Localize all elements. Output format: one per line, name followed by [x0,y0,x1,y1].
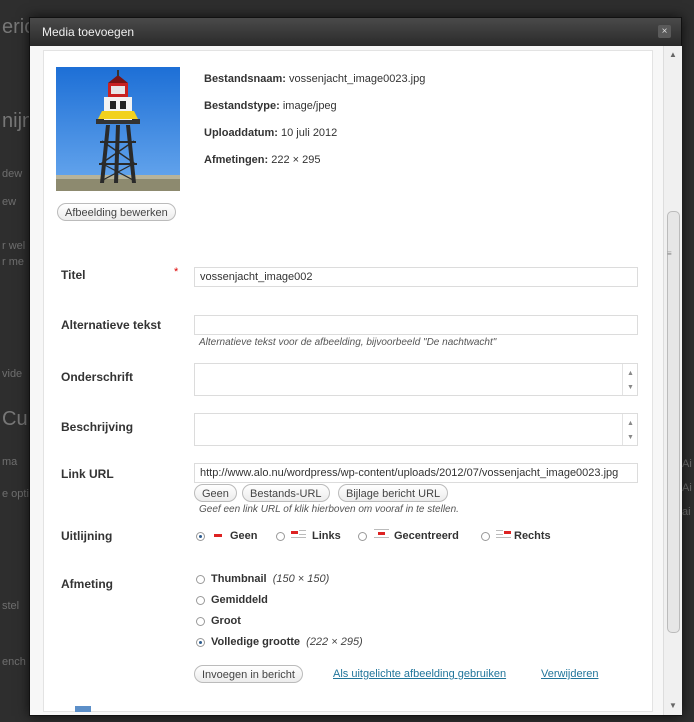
file-type-row: Bestandstype: image/jpeg [204,100,337,112]
link-file-url-button[interactable]: Bestands-URL [242,484,330,502]
link-url-label: Link URL [61,467,114,481]
align-center-radio[interactable] [358,532,367,541]
bg-text: vide [2,368,23,380]
dialog-content: Bestandsnaam: vossenjacht_image0023.jpg … [30,46,663,715]
dimensions-value: 222 × 295 [271,154,321,166]
file-name-label: Bestandsnaam: [204,73,286,85]
upload-date-row: Uploaddatum: 10 juli 2012 [204,127,337,139]
scroll-up-icon[interactable]: ▲ [627,420,634,427]
scroll-up-icon[interactable]: ▲ [627,370,634,377]
bg-text: e opti [2,488,29,500]
size-thumbnail-detail: (150 × 150) [272,573,330,585]
title-label: Titel [61,268,86,282]
bg-text: ew [2,196,17,208]
bg-text: ai [682,506,691,518]
scroll-up-icon[interactable]: ▲ [668,50,678,60]
align-left-icon [291,529,306,539]
align-right-icon [496,529,511,539]
image-thumbnail [56,67,180,191]
scroll-down-icon[interactable]: ▼ [627,434,634,441]
dimensions-label: Afmetingen: [204,154,269,166]
align-none-icon [211,531,225,541]
size-full-label: Volledige grootte (222 × 295) [211,636,363,648]
description-label: Beschrijving [61,420,134,434]
size-large-label: Groot [211,615,241,627]
media-dialog: Media toevoegen × Bestandsnaam: vossenja… [29,17,682,716]
upload-date-label: Uploaddatum: [204,127,278,139]
scrollbar-thumb[interactable] [667,211,680,633]
upload-date-value: 10 juli 2012 [281,127,338,139]
link-attachment-url-button[interactable]: Bijlage bericht URL [338,484,449,502]
delete-link[interactable]: Verwijderen [541,668,598,680]
link-url-help: Geef een link URL of klik hierboven om v… [199,504,459,515]
size-medium-label: Gemiddeld [211,594,268,606]
bg-text: Ai [682,458,692,470]
insert-into-post-button[interactable]: Invoegen in bericht [194,665,303,683]
bg-text: r wel [2,240,26,252]
caption-label: Onderschrift [61,370,134,384]
dialog-title: Media toevoegen [42,25,135,39]
caption-textarea[interactable]: ▲ ▼ [194,363,638,396]
link-none-button[interactable]: Geen [194,484,237,502]
size-large-radio[interactable] [196,617,205,626]
caption-textarea-scrollbar[interactable]: ▲ ▼ [622,364,637,395]
file-name-value: vossenjacht_image0023.jpg [288,73,426,85]
media-item-panel: Bestandsnaam: vossenjacht_image0023.jpg … [43,50,653,712]
size-thumbnail-label: Thumbnail (150 × 150) [211,573,329,585]
bg-text: stel [2,600,20,612]
link-url-input[interactable]: http://www.alo.nu/wordpress/wp-content/u… [194,463,638,483]
scroll-down-icon[interactable]: ▼ [668,701,678,711]
align-none-label: Geen [230,530,258,542]
file-type-label: Bestandstype: [204,100,280,112]
bg-text: Ai [682,482,692,494]
size-thumbnail-name: Thumbnail [211,573,267,585]
dialog-scrollbar[interactable]: ▲ ≡ ▼ [663,46,682,715]
title-input[interactable]: vossenjacht_image002 [194,267,638,287]
dimensions-row: Afmetingen: 222 × 295 [204,154,320,166]
bg-text: ma [2,456,18,468]
alignment-label: Uitlijning [61,529,113,543]
set-featured-image-link[interactable]: Als uitgelichte afbeelding gebruiken [333,668,506,680]
size-full-name: Volledige grootte [211,636,301,648]
description-textarea-scrollbar[interactable]: ▲ ▼ [622,414,637,445]
size-thumbnail-radio[interactable] [196,575,205,584]
align-left-label: Links [312,530,341,542]
alt-text-label: Alternatieve tekst [61,318,162,332]
align-none-radio[interactable] [196,532,205,541]
edit-image-button[interactable]: Afbeelding bewerken [57,203,176,221]
size-full-detail: (222 × 295) [306,636,363,648]
description-textarea[interactable]: ▲ ▼ [194,413,638,446]
align-center-label: Gecentreerd [394,530,459,542]
required-mark: * [174,266,179,278]
bg-text: ench [2,656,26,668]
size-label: Afmeting [61,577,113,591]
lighthouse-image [56,67,180,191]
size-full-radio[interactable] [196,638,205,647]
bg-text: r me [2,256,24,268]
align-right-radio[interactable] [481,532,490,541]
close-icon[interactable]: × [658,25,671,38]
bg-text: Cu [2,408,28,430]
grip-icon: ≡ [667,249,672,258]
footer-indicator [75,706,91,712]
alt-text-input[interactable] [194,315,638,335]
alt-text-help: Alternatieve tekst voor de afbeelding, b… [199,337,497,348]
scroll-down-icon[interactable]: ▼ [627,384,634,391]
size-medium-radio[interactable] [196,596,205,605]
file-name-row: Bestandsnaam: vossenjacht_image0023.jpg [204,73,425,85]
file-type-value: image/jpeg [282,100,337,112]
align-left-radio[interactable] [276,532,285,541]
align-center-icon [374,529,389,539]
bg-text: dew [2,168,23,180]
dialog-titlebar: Media toevoegen × [30,18,681,46]
align-right-label: Rechts [514,530,551,542]
